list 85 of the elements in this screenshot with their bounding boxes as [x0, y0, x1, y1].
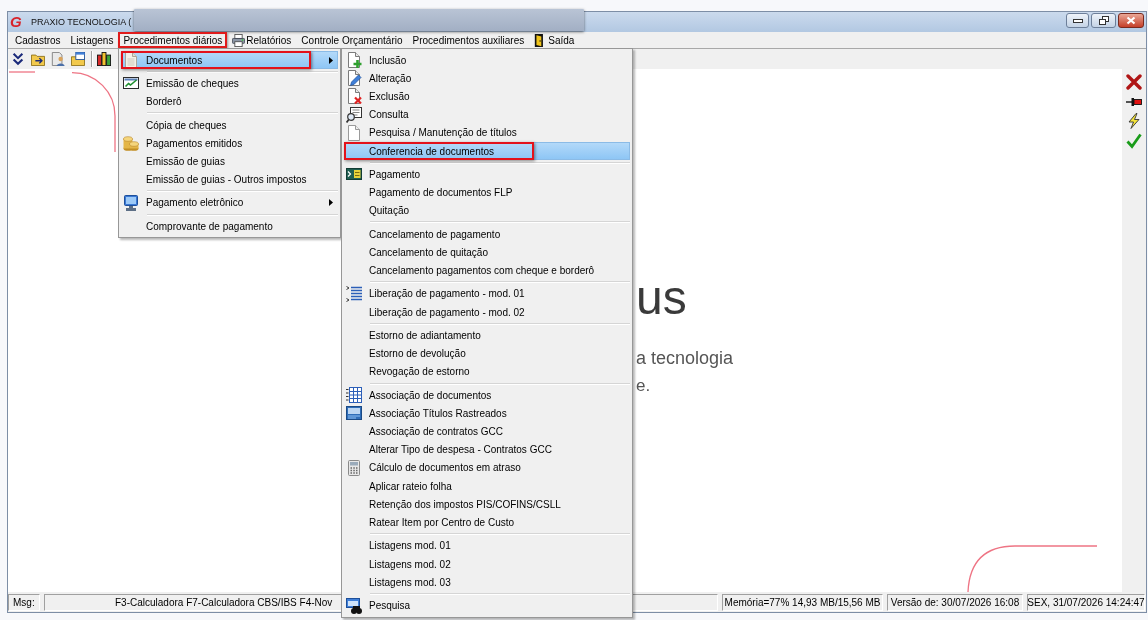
menu-item[interactable]: Alteração	[344, 69, 630, 88]
card-icon	[346, 405, 362, 422]
list-icon	[346, 285, 362, 302]
folder-arrow-icon[interactable]	[31, 52, 45, 66]
document-person-icon[interactable]	[51, 52, 65, 66]
menu-item[interactable]: Emissão de cheques	[121, 74, 338, 93]
menu-item[interactable]: Estorno de devolução	[344, 344, 630, 363]
welcome-text: e.	[636, 376, 651, 396]
menu-item[interactable]: Ratear Item por Centro de Custo	[344, 513, 630, 532]
minimize-button[interactable]	[1066, 13, 1089, 28]
welcome-heading: us	[636, 274, 687, 322]
window-title: PRAXIO TECNOLOGIA (	[31, 17, 132, 27]
minimize-icon	[1072, 18, 1083, 23]
menu-item[interactable]: Alterar Tipo de despesa - Contratos GCC	[344, 440, 630, 459]
menu-item[interactable]: Emissão de guias - Outros impostos	[121, 170, 338, 189]
menu-item[interactable]: Quitação	[344, 201, 630, 220]
checkmark-icon[interactable]	[1126, 132, 1142, 149]
document-x-icon	[346, 88, 362, 105]
binoculars-icon	[346, 597, 362, 614]
calculator-icon	[346, 459, 362, 476]
menu-item[interactable]: Pagamento	[344, 165, 630, 184]
colored-bars-icon[interactable]	[97, 52, 111, 66]
menu-bar-item[interactable]: Cadastros	[10, 32, 66, 48]
menu-item[interactable]: Estorno de adiantamento	[344, 326, 630, 345]
menu-item[interactable]: Listagens mod. 01	[344, 536, 630, 555]
menu-item[interactable]: Exclusão	[344, 87, 630, 106]
welcome-subtitle: a tecnologia	[636, 348, 734, 368]
menu-item[interactable]: Associação Títulos Rastreados	[344, 404, 630, 423]
menu-item[interactable]: Pagamento de documentos FLP	[344, 183, 630, 202]
menu-bar-item[interactable]: Listagens	[65, 32, 119, 48]
screen-magnifier-icon	[346, 106, 362, 123]
close-icon	[1126, 16, 1136, 25]
lightning-icon[interactable]	[1126, 113, 1142, 129]
decorative-line	[9, 71, 35, 73]
blank-document-icon	[346, 124, 362, 141]
menu-item[interactable]: Associação de contratos GCC	[344, 422, 630, 441]
menu-bar-item[interactable]: Procedimentos auxiliares	[407, 32, 530, 48]
menu-bar-item[interactable]: Controle Orçamentário	[296, 32, 408, 48]
menu-item[interactable]: Liberação de pagamento - mod. 02	[344, 303, 630, 322]
menu-item[interactable]: Cancelamento de quitação	[344, 243, 630, 262]
menu-item[interactable]: Pagamento eletrônico	[121, 193, 338, 213]
monitor-icon	[123, 194, 139, 211]
restore-icon	[1098, 16, 1109, 25]
cheque-icon	[123, 75, 139, 92]
menu-item[interactable]: Inclusão	[344, 51, 630, 70]
coins-icon	[123, 135, 139, 152]
menu-item[interactable]: Retenção dos impostos PIS/COFINS/CSLL	[344, 495, 630, 514]
menu-bar-item[interactable]: Saída	[529, 32, 580, 48]
menu-item[interactable]: Cópia de cheques	[121, 115, 338, 135]
app-logo: G	[10, 14, 23, 30]
document-plus-icon	[346, 52, 362, 69]
menu-item[interactable]: Listagens mod. 03	[344, 573, 630, 592]
menu-item[interactable]: Borderô	[121, 92, 338, 111]
memory-panel: Memória=77% 14,93 MB/15,56 MB	[722, 593, 883, 611]
menu-item[interactable]: Aplicar rateio folha	[344, 477, 630, 496]
menu-item[interactable]: Comprovante de pagamento	[121, 217, 338, 236]
datetime-panel: SEX, 31/07/2026 14:24:47	[1027, 593, 1145, 611]
document-pencil-icon	[346, 70, 362, 87]
menu-item[interactable]: Cancelamento pagamentos com cheque e borderô	[344, 261, 630, 280]
close-button[interactable]	[1118, 13, 1144, 28]
menu-item[interactable]: Emissão de guias	[121, 152, 338, 171]
restore-button[interactable]	[1091, 13, 1116, 28]
menu-item[interactable]: Revogação de estorno	[344, 362, 630, 381]
menu-item[interactable]: Listagens mod. 02	[344, 555, 630, 574]
grid-icon	[346, 387, 362, 404]
menu-bar-item[interactable]: Relatórios	[227, 32, 297, 48]
menu-item[interactable]: Pagamentos emitidos	[121, 134, 338, 153]
version-panel: Versão de: 30/07/2026 16:08	[887, 593, 1023, 611]
menu-item[interactable]: Cancelamento de pagamento	[344, 225, 630, 244]
double-chevron-down-icon[interactable]	[11, 52, 25, 66]
menu-item[interactable]: Liberação de pagamento - mod. 01	[344, 284, 630, 303]
menu-item[interactable]: Pesquisa / Manutenção de títulos	[344, 123, 630, 142]
menu-item[interactable]: Documentos	[121, 51, 338, 70]
banknote-icon	[346, 166, 362, 183]
message-label: Msg:	[8, 593, 40, 611]
menu-item[interactable]: Consulta	[344, 105, 630, 124]
cross-icon[interactable]	[1126, 74, 1142, 90]
menu-item[interactable]: Cálculo de documentos em atraso	[344, 458, 630, 478]
document-icon	[123, 52, 139, 69]
menu-item[interactable]: Associação de documentos	[344, 386, 630, 405]
menu-bar-item[interactable]: Procedimentos diários	[118, 32, 228, 48]
menu-item[interactable]: Pesquisa	[344, 596, 630, 615]
folder-window-icon[interactable]	[71, 52, 85, 66]
printer-icon	[232, 33, 246, 47]
menu-item[interactable]: Conferencia de documentos	[344, 141, 630, 161]
